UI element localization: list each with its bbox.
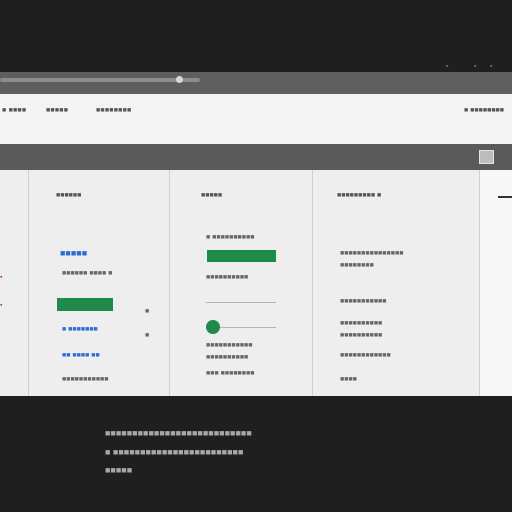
column-text: ■■■■■■■■■■■	[206, 342, 253, 349]
column-text: ■■■■■■■■	[340, 262, 374, 269]
app-window: ■ ■■■■ ■■■■■ ■■■■■■■■ ■ ■■■■■■■■ ▪ ▪ ■■■…	[0, 72, 512, 396]
progress-fill	[207, 250, 276, 262]
column-text: ■■■■■■ ■■■■ ■	[62, 270, 113, 277]
caption-line: ■■■■■■■■■■■■■■■■■■■■■■■■■■■	[105, 428, 252, 438]
right-panel	[480, 170, 512, 396]
progress-track	[0, 78, 200, 82]
column-header: ■■■■■■■■■ ■	[337, 192, 382, 199]
toolbar	[0, 144, 512, 170]
column-text: ■■■■■■■■■■■	[340, 298, 387, 305]
column-link[interactable]: ■■■■■	[60, 248, 87, 258]
action-button[interactable]	[57, 298, 113, 311]
nav-tab[interactable]: ■■■■■■■■	[96, 107, 131, 114]
slider-track[interactable]	[220, 327, 276, 328]
column-3: ■■■■■■■■■ ■ ■■■■■■■■■■■■■■■ ■■■■■■■■ ■■■…	[313, 170, 480, 396]
column-text: ■■■■■■■■■■	[206, 274, 249, 281]
title-bar	[0, 72, 512, 94]
status-dot[interactable]	[206, 320, 220, 334]
mark-icon: ▪	[0, 274, 3, 281]
column-link[interactable]: ■ ■■■■■■■	[62, 326, 98, 333]
window-control-icon[interactable]: ▪	[446, 63, 448, 70]
column-2: ■■■■■ ■ ■■■■■■■■■■ ■■■■■■■■■■ ■■■■■■■■■■…	[170, 170, 313, 396]
nav-tab[interactable]: ■■■■■	[46, 107, 68, 114]
divider	[206, 302, 276, 303]
caption-line: ■ ■■■■■■■■■■■■■■■■■■■■■■■■	[105, 447, 244, 457]
column-text: ■■■■	[340, 376, 357, 383]
column-link[interactable]: ■■ ■■■■ ■■	[62, 352, 100, 359]
scroll-mark: ■	[145, 308, 150, 315]
scroll-mark: ■	[145, 332, 150, 339]
column-text: ■■■ ■■■■■■■■	[206, 370, 255, 377]
caption-line: ■■■■■	[105, 465, 133, 475]
window-control-icon[interactable]: ▪	[490, 63, 492, 70]
column-header: ■■■■■■	[56, 192, 82, 199]
nav-tab[interactable]: ■ ■■■■	[2, 107, 26, 114]
column-text: ■■■■■■■■■■	[340, 320, 383, 327]
column-header: ■■■■■	[201, 192, 223, 199]
column-text: ■■■■■■■■■■	[340, 332, 383, 339]
mark-icon: ▪	[0, 302, 3, 309]
top-nav: ■ ■■■■ ■■■■■ ■■■■■■■■ ■ ■■■■■■■■	[0, 94, 512, 145]
nav-right-label[interactable]: ■ ■■■■■■■■	[464, 107, 504, 114]
progress-handle[interactable]	[176, 76, 183, 83]
column-text: ■■■■■■■■■■■■■■■	[340, 250, 404, 257]
column-1: ■■■■■■ ■■■■■ ■■■■■■ ■■■■ ■ ■ ■■■■■■■ ■■ …	[29, 170, 170, 396]
minus-icon[interactable]	[498, 196, 512, 198]
columns-area: ▪ ▪ ■■■■■■ ■■■■■ ■■■■■■ ■■■■ ■ ■ ■■■■■■■…	[0, 170, 512, 396]
column-text: ■■■■■■■■■■■	[62, 376, 109, 383]
column-text: ■■■■■■■■■■	[206, 354, 249, 361]
column-text: ■■■■■■■■■■■■	[340, 352, 391, 359]
column-left: ▪ ▪	[0, 170, 29, 396]
column-text: ■ ■■■■■■■■■■	[206, 234, 255, 241]
window-control-icon[interactable]: ▪	[474, 63, 476, 70]
toolbar-icon[interactable]	[479, 150, 494, 164]
